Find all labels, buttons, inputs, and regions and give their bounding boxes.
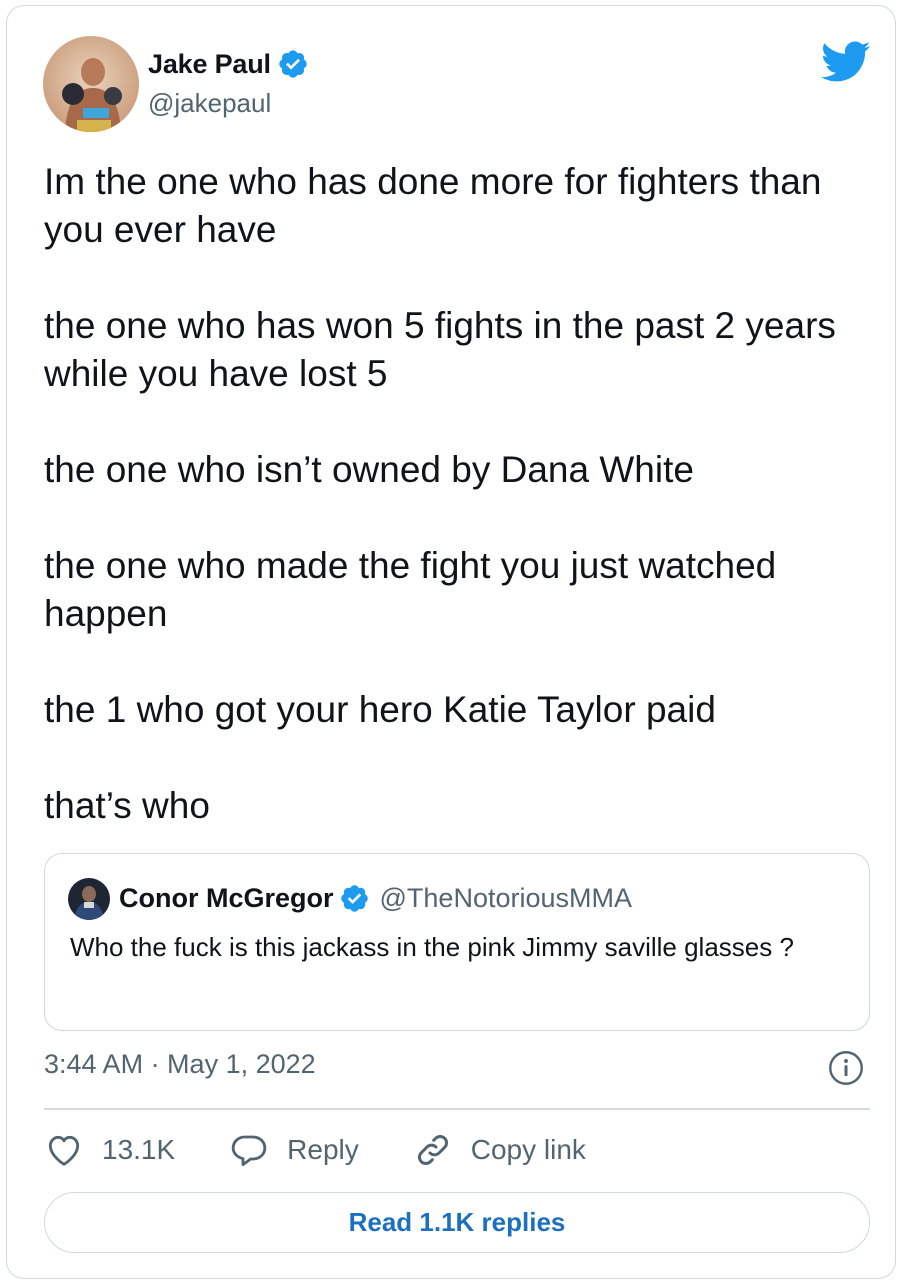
- quoted-author-row: Conor McGregor @TheNotoriousMMA: [119, 880, 632, 916]
- quoted-author-display-name: Conor McGregor: [119, 882, 334, 913]
- author-handle[interactable]: @jakepaul: [148, 88, 271, 119]
- read-replies-label: Read 1.1K replies: [348, 1207, 566, 1237]
- author-name-row[interactable]: Jake Paul: [148, 46, 309, 82]
- author-avatar[interactable]: [43, 36, 139, 132]
- like-count: 13.1K: [102, 1134, 176, 1165]
- tweet-body: Im the one who has done more for fighter…: [44, 158, 864, 830]
- author-display-name[interactable]: Jake Paul: [148, 49, 271, 80]
- tweet-paragraph: the one who made the fight you just watc…: [44, 545, 777, 634]
- tweet-paragraph: Im the one who has done more for fighter…: [44, 161, 822, 250]
- tweet-paragraph: the one who has won 5 fights in the past…: [44, 305, 836, 394]
- twitter-bird-icon[interactable]: [821, 40, 871, 84]
- tweet-timestamp[interactable]: 3:44 AM · May 1, 2022: [44, 1049, 316, 1080]
- like-button[interactable]: 13.1K: [44, 1130, 175, 1170]
- reply-button[interactable]: Reply: [229, 1130, 359, 1170]
- verified-badge-icon: [279, 50, 307, 78]
- tweet-card: Jake Paul @jakepaul Im the one who has d…: [6, 5, 896, 1279]
- verified-badge-icon: [340, 884, 368, 912]
- quoted-tweet[interactable]: Conor McGregor @TheNotoriousMMA Who the …: [44, 853, 870, 1031]
- reply-label: Reply: [287, 1134, 359, 1165]
- tweet-paragraph: the one who isn’t owned by Dana White: [44, 449, 694, 490]
- tweet-paragraph: that’s who: [44, 785, 210, 826]
- heart-icon: [48, 1135, 80, 1166]
- action-bar: 13.1K Reply Copy link: [44, 1128, 640, 1172]
- copy-link-label: Copy link: [470, 1134, 586, 1165]
- info-icon[interactable]: [828, 1050, 864, 1086]
- read-replies-button[interactable]: Read 1.1K replies: [44, 1192, 870, 1253]
- quoted-tweet-text: Who the fuck is this jackass in the pink…: [70, 932, 794, 962]
- copy-link-button[interactable]: Copy link: [413, 1130, 586, 1170]
- link-icon: [417, 1135, 448, 1165]
- speech-bubble-icon: [231, 1135, 267, 1167]
- divider: [44, 1108, 870, 1110]
- quoted-author-avatar[interactable]: [68, 878, 110, 920]
- tweet-paragraph: the 1 who got your hero Katie Taylor pai…: [44, 689, 716, 730]
- quoted-author-handle: @TheNotoriousMMA: [379, 882, 632, 913]
